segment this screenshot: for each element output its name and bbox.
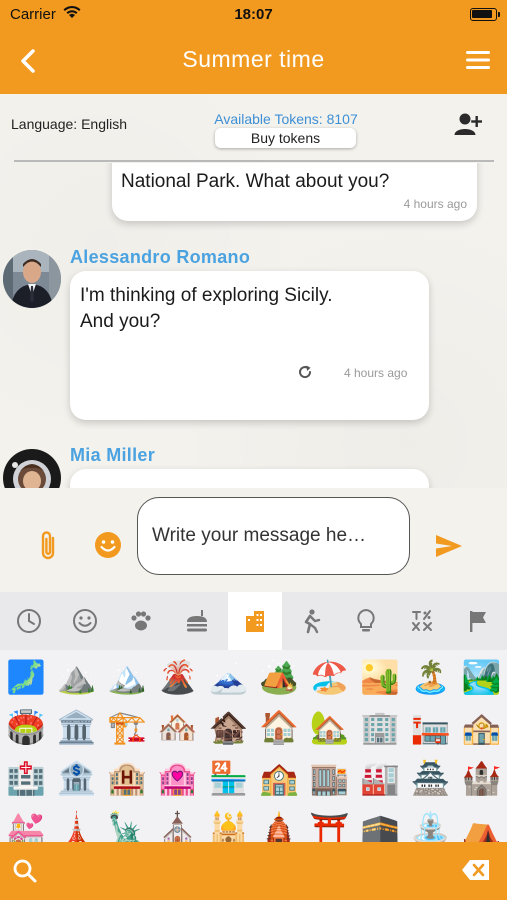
message-bubble: National Park. What about you? 4 hours a…: [112, 163, 477, 221]
message-text: National Park. What about you?: [121, 171, 390, 192]
emoji-cell[interactable]: 🕌: [203, 804, 253, 842]
emoji-cell[interactable]: 🏛️: [52, 702, 102, 752]
category-smileys-tab[interactable]: [60, 592, 110, 650]
food-icon: [187, 610, 207, 632]
emoji-keyboard-icon[interactable]: [94, 531, 122, 559]
runner-icon: [304, 609, 321, 634]
retry-icon[interactable]: [296, 363, 314, 381]
message-timestamp: 4 hours ago: [344, 366, 408, 380]
emoji-cell[interactable]: ⛺: [456, 804, 506, 842]
message-bubble: I'm thinking of exploring Sicily. And yo…: [70, 271, 429, 420]
smiley-icon: [73, 609, 97, 633]
emoji-cell[interactable]: 🏤: [456, 702, 506, 752]
message-bubble: [70, 469, 429, 488]
clock: 18:07: [234, 6, 273, 23]
emoji-cell[interactable]: 🕋: [355, 804, 405, 842]
emoji-cell[interactable]: 🗾: [1, 652, 51, 702]
clock-icon: [17, 609, 41, 633]
emoji-cell[interactable]: 💒: [1, 804, 51, 842]
emoji-cell[interactable]: 🏨: [102, 753, 152, 803]
chat-info-row: Language: English Available Tokens: 8107: [0, 94, 507, 160]
hamburger-menu-icon[interactable]: [465, 49, 491, 71]
emoji-cell[interactable]: 🏦: [52, 753, 102, 803]
buildings-icon: [246, 611, 264, 632]
emoji-cell[interactable]: 🏪: [203, 753, 253, 803]
battery-icon: [470, 8, 500, 21]
emoji-cell[interactable]: 🏰: [456, 753, 506, 803]
emoji-grid: 🗾 ⛰️ 🏔️ 🌋 🗻 🏕️ 🏖️ 🏜️ 🏝️ 🏞️ 🏟️ 🏛️ 🏗️ 🏘️ 🏚️ 🏠 🏡 🏢 🏣 🏤 🏥 🏦 🏨 🏩 🏪 🏫 🏬 🏭…: [0, 650, 507, 842]
emoji-cell[interactable]: ⛩️: [305, 804, 355, 842]
search-icon[interactable]: [12, 858, 38, 884]
emoji-cell[interactable]: ⛰️: [52, 652, 102, 702]
message-timestamp: 4 hours ago: [403, 197, 467, 211]
category-objects-tab[interactable]: [341, 592, 391, 650]
emoji-cell[interactable]: 🌋: [153, 652, 203, 702]
emoji-cell[interactable]: 🏘️: [153, 702, 203, 752]
message-list[interactable]: National Park. What about you? 4 hours a…: [0, 163, 507, 488]
sender-name: Alessandro Romano: [70, 247, 251, 267]
emoji-cell[interactable]: 🏫: [254, 753, 304, 803]
emoji-cell[interactable]: 🏣: [406, 702, 456, 752]
status-bar: Carrier 18:07: [0, 0, 507, 28]
paw-icon: [131, 611, 151, 631]
emoji-cell[interactable]: 🏞️: [456, 652, 506, 702]
flag-icon: [470, 611, 486, 632]
emoji-cell[interactable]: 🏥: [1, 753, 51, 803]
avatar[interactable]: [3, 449, 61, 488]
nav-bar: Summer time: [0, 28, 507, 94]
emoji-cell[interactable]: 🏟️: [1, 702, 51, 752]
emoji-cell[interactable]: 🏝️: [406, 652, 456, 702]
category-animals-tab[interactable]: [116, 592, 166, 650]
emoji-cell[interactable]: ⛪: [153, 804, 203, 842]
add-user-icon[interactable]: [454, 111, 482, 137]
category-recent-tab[interactable]: [4, 592, 54, 650]
lightbulb-icon: [357, 608, 375, 632]
backspace-icon[interactable]: [461, 858, 491, 882]
emoji-cell[interactable]: 🏜️: [355, 652, 405, 702]
symbols-icon: [412, 610, 432, 631]
category-places-tab[interactable]: [228, 592, 282, 650]
buy-tokens-button[interactable]: Buy tokens: [215, 128, 356, 148]
emoji-cell[interactable]: 🏩: [153, 753, 203, 803]
emoji-cell[interactable]: 🏚️: [203, 702, 253, 752]
emoji-cell[interactable]: 🛕: [254, 804, 304, 842]
emoji-cell[interactable]: 🗼: [52, 804, 102, 842]
emoji-bottom-bar: [0, 842, 507, 900]
divider: [14, 160, 494, 162]
category-food-tab[interactable]: [172, 592, 222, 650]
send-icon[interactable]: [434, 533, 464, 559]
sender-name: Mia Miller: [70, 445, 156, 465]
emoji-cell[interactable]: 🏠: [254, 702, 304, 752]
language-label: Language: English: [11, 116, 127, 132]
message-text-line: And you?: [80, 311, 161, 332]
emoji-cell[interactable]: 🗽: [102, 804, 152, 842]
emoji-cell[interactable]: 🗻: [203, 652, 253, 702]
category-symbols-tab[interactable]: [397, 592, 447, 650]
emoji-cell[interactable]: 🏖️: [305, 652, 355, 702]
emoji-cell[interactable]: 🏕️: [254, 652, 304, 702]
category-flags-tab[interactable]: [453, 592, 503, 650]
emoji-cell[interactable]: 🏡: [305, 702, 355, 752]
token-count: Available Tokens: 8107: [214, 111, 358, 127]
message-input[interactable]: Write your message he…: [137, 497, 410, 575]
page-title: Summer time: [182, 46, 325, 72]
emoji-cell[interactable]: 🏢: [355, 702, 405, 752]
emoji-cell[interactable]: 🏔️: [102, 652, 152, 702]
avatar[interactable]: [3, 250, 61, 308]
emoji-cell[interactable]: 🏗️: [102, 702, 152, 752]
emoji-cell[interactable]: 🏭: [355, 753, 405, 803]
message-text-line: I'm thinking of exploring Sicily.: [80, 285, 333, 306]
category-activity-tab[interactable]: [285, 592, 335, 650]
emoji-cell[interactable]: 🏬: [305, 753, 355, 803]
paperclip-icon[interactable]: [36, 530, 62, 562]
emoji-cell[interactable]: 🏯: [406, 753, 456, 803]
emoji-cell[interactable]: ⛲: [406, 804, 456, 842]
